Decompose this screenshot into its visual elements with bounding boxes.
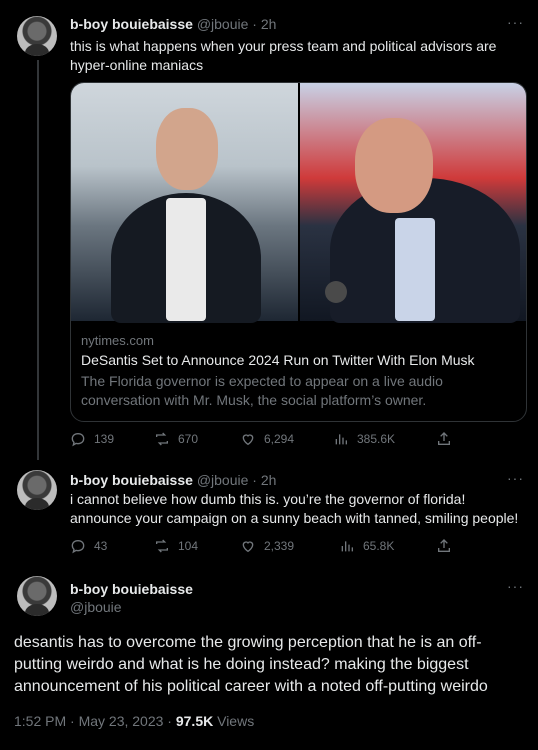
avatar[interactable] — [17, 16, 57, 56]
tweet-text: this is what happens when your press tea… — [70, 38, 497, 73]
retweet-button[interactable]: 104 — [154, 538, 198, 554]
handle[interactable]: @jbouie — [197, 472, 249, 488]
share-button[interactable] — [436, 431, 452, 447]
retweet-button[interactable]: 670 — [154, 431, 198, 447]
more-options-icon[interactable]: ··· — [507, 470, 524, 486]
views-button[interactable]: 65.8K — [339, 538, 394, 554]
views-count: 97.5K — [175, 713, 214, 729]
views-icon — [335, 434, 347, 445]
like-count: 6,294 — [264, 432, 295, 446]
retweet-icon — [156, 539, 168, 553]
retweet-icon — [156, 432, 168, 446]
tweet-header: b-boy bouiebaisse @jbouie · 2h — [70, 15, 276, 33]
like-count: 2,339 — [264, 539, 295, 553]
timestamp[interactable]: 1:52 PM · May 23, 2023 · — [14, 713, 176, 729]
handle[interactable]: @jbouie — [70, 598, 122, 616]
share-button[interactable] — [436, 538, 452, 554]
card-image-right — [300, 83, 526, 323]
tweet-meta: 1:52 PM · May 23, 2023 · 97.5K Views — [14, 713, 254, 729]
tweet-actions: 43 104 2,339 65.8K — [70, 538, 470, 558]
heart-icon — [242, 434, 254, 446]
display-name[interactable]: b-boy bouiebaisse — [70, 472, 193, 488]
timestamp[interactable]: 2h — [261, 16, 277, 32]
handle[interactable]: @jbouie — [197, 16, 249, 32]
display-name[interactable]: b-boy bouiebaisse — [70, 580, 193, 598]
tweet-1[interactable]: b-boy bouiebaisse @jbouie · 2h ··· this … — [0, 0, 538, 460]
link-card[interactable]: nytimes.com DeSantis Set to Announce 202… — [70, 82, 527, 422]
share-icon — [438, 539, 450, 552]
tweet-text: desantis has to overcome the growing per… — [14, 634, 488, 695]
timestamp[interactable]: 2h — [261, 472, 277, 488]
display-name[interactable]: b-boy bouiebaisse — [70, 16, 193, 32]
tweet-2[interactable]: b-boy bouiebaisse @jbouie · 2h ··· i can… — [0, 460, 538, 570]
views-label: Views — [213, 713, 255, 729]
reply-button[interactable]: 43 — [70, 538, 107, 554]
thread-line — [37, 60, 39, 460]
card-domain: nytimes.com — [81, 333, 154, 348]
shirt — [395, 218, 435, 321]
separator: · — [248, 472, 261, 488]
microphone — [325, 281, 347, 303]
share-icon — [438, 432, 450, 445]
tweet-actions: 139 670 6,294 385.6K — [70, 431, 470, 451]
heart-icon — [242, 541, 254, 553]
like-button[interactable]: 6,294 — [240, 431, 294, 447]
views-button[interactable]: 385.6K — [333, 431, 395, 447]
reply-count: 43 — [94, 539, 108, 553]
retweet-count: 670 — [178, 432, 199, 446]
card-title[interactable]: DeSantis Set to Announce 2024 Run on Twi… — [81, 352, 511, 368]
reply-icon — [71, 432, 85, 447]
more-options-icon[interactable]: ··· — [507, 578, 524, 594]
tweet-text: i cannot believe how dumb this is. you’r… — [70, 491, 519, 526]
more-options-icon[interactable]: ··· — [507, 14, 524, 30]
retweet-count: 104 — [178, 539, 199, 553]
card-image-left — [71, 83, 298, 323]
person-head — [156, 108, 218, 190]
avatar[interactable] — [17, 576, 57, 616]
shirt — [166, 198, 206, 321]
person-head — [355, 118, 433, 213]
separator: · — [248, 16, 261, 32]
views-icon — [341, 541, 353, 552]
like-button[interactable]: 2,339 — [240, 538, 294, 554]
tweet-header: b-boy bouiebaisse @jbouie · 2h — [70, 471, 276, 489]
card-meta: nytimes.com DeSantis Set to Announce 202… — [81, 333, 511, 410]
reply-button[interactable]: 139 — [70, 431, 114, 447]
views-count: 385.6K — [357, 432, 396, 446]
views-count: 65.8K — [363, 539, 395, 553]
avatar[interactable] — [17, 470, 57, 510]
reply-icon — [71, 539, 85, 554]
focused-tweet[interactable]: b-boy bouiebaisse @jbouie ··· desantis h… — [0, 570, 538, 750]
reply-count: 139 — [94, 432, 115, 446]
card-description: The Florida governor is expected to appe… — [81, 373, 443, 408]
